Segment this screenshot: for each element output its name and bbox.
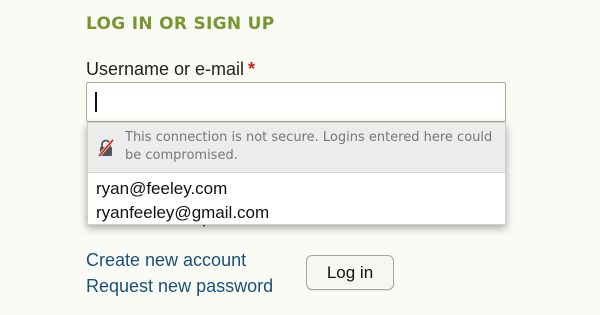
create-account-link[interactable]: Create new account [86,250,246,271]
autofill-suggestion[interactable]: ryan@feeley.com [96,179,227,199]
text-caret [95,92,97,112]
login-button[interactable]: Log in [306,255,394,290]
autofill-dropdown: This connection is not secure. Logins en… [87,122,506,225]
insecure-connection-warning: This connection is not secure. Logins en… [88,123,505,173]
required-marker: * [248,59,256,79]
username-label-text: Username or e-mail [86,59,245,79]
section-heading: LOG IN OR SIGN UP [86,14,275,34]
username-input[interactable] [86,82,506,122]
insecure-lock-icon [97,139,115,157]
autofill-suggestion[interactable]: ryanfeeley@gmail.com [96,203,269,223]
warning-text: This connection is not secure. Logins en… [125,130,493,163]
request-password-link[interactable]: Request new password [86,276,273,297]
username-label: Username or e-mail * [86,59,255,80]
